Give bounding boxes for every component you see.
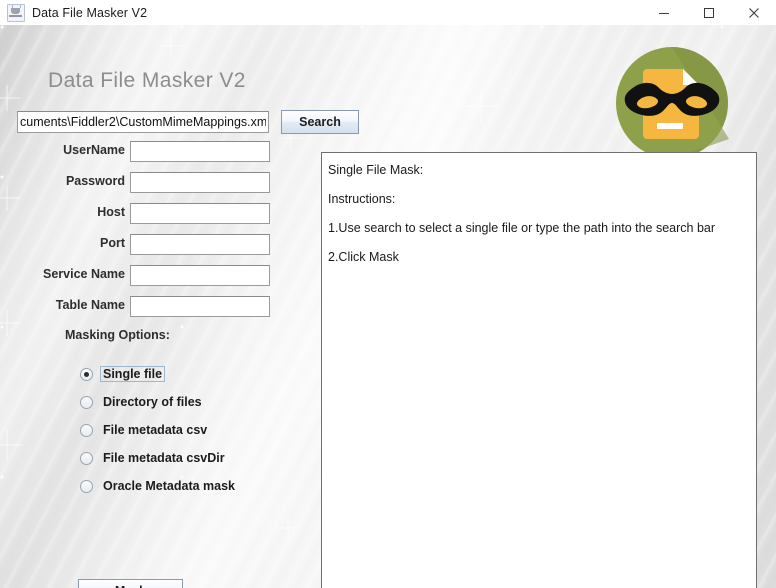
window-title-bar: Data File Masker V2 (0, 0, 776, 26)
form-row-table-name: Table Name (0, 292, 300, 323)
instructions-line: 1.Use search to select a single file or … (328, 221, 716, 235)
label-port: Port (100, 236, 125, 250)
sparkle-decoration (275, 515, 301, 541)
radio-file-metadata-csvdir[interactable]: File metadata csvDir (80, 444, 238, 472)
table-name-input[interactable] (130, 296, 270, 317)
instructions-panel[interactable]: Single File Mask: Instructions: 1.Use se… (321, 152, 757, 588)
window-controls (641, 0, 776, 25)
client-area: Data File Masker V2 Search UserName (0, 25, 776, 588)
host-input[interactable] (130, 203, 270, 224)
instructions-line: Instructions: (328, 192, 396, 206)
label-service-name: Service Name (42, 267, 125, 281)
masking-options-group: Single file Directory of files File meta… (80, 360, 238, 500)
radio-label-file-metadata-csvdir: File metadata csvDir (103, 451, 225, 465)
search-input[interactable] (17, 111, 269, 133)
label-table-name: Table Name (55, 298, 125, 312)
radio-label-file-metadata-csv: File metadata csv (103, 423, 208, 437)
form-row-service-name: Service Name (0, 261, 300, 292)
label-host: Host (97, 205, 125, 219)
window-title: Data File Masker V2 (32, 5, 148, 20)
java-cup-icon (7, 3, 25, 22)
mask-button[interactable]: Mask (78, 579, 183, 588)
application-window: Data File Masker V2 Data File Masker V2 (0, 0, 776, 588)
radio-file-metadata-csv[interactable]: File metadata csv (80, 416, 238, 444)
radio-single-file[interactable]: Single file (80, 360, 238, 388)
maximize-button[interactable] (686, 0, 731, 25)
radio-directory-of-files[interactable]: Directory of files (80, 388, 238, 416)
instructions-line: Single File Mask: (328, 163, 424, 177)
radio-dot-icon (80, 395, 93, 409)
instructions-line: 2.Click Mask (328, 250, 399, 264)
form-row-port: Port (0, 230, 300, 261)
masked-document-logo (609, 47, 735, 159)
radio-dot-icon (80, 423, 93, 437)
password-input[interactable] (130, 172, 270, 193)
radio-label-single-file: Single file (100, 366, 166, 382)
search-button[interactable]: Search (281, 110, 359, 134)
label-username: UserName (63, 143, 125, 157)
radio-dot-icon (80, 479, 93, 493)
username-input[interactable] (130, 141, 270, 162)
label-password: Password (65, 174, 125, 188)
sparkle-decoration (160, 35, 182, 57)
sparkle-decoration (0, 430, 22, 460)
radio-dot-icon (80, 367, 93, 381)
form-row-password: Password (0, 168, 300, 199)
sparkle-decoration (0, 85, 20, 111)
service-name-input[interactable] (130, 265, 270, 286)
radio-oracle-metadata-mask[interactable]: Oracle Metadata mask (80, 472, 238, 500)
masking-options-label: Masking Options: (65, 328, 170, 342)
port-input[interactable] (130, 234, 270, 255)
sparkle-decoration (464, 89, 498, 123)
radio-label-directory-of-files: Directory of files (103, 395, 202, 409)
radio-label-oracle-metadata-mask: Oracle Metadata mask (103, 479, 236, 493)
close-button[interactable] (731, 0, 776, 25)
connection-form: UserName Password Host Port Service Name… (0, 137, 300, 323)
form-row-username: UserName (0, 137, 300, 168)
page-title: Data File Masker V2 (48, 69, 246, 92)
minimize-button[interactable] (641, 0, 686, 25)
radio-dot-icon (80, 451, 93, 465)
form-row-host: Host (0, 199, 300, 230)
